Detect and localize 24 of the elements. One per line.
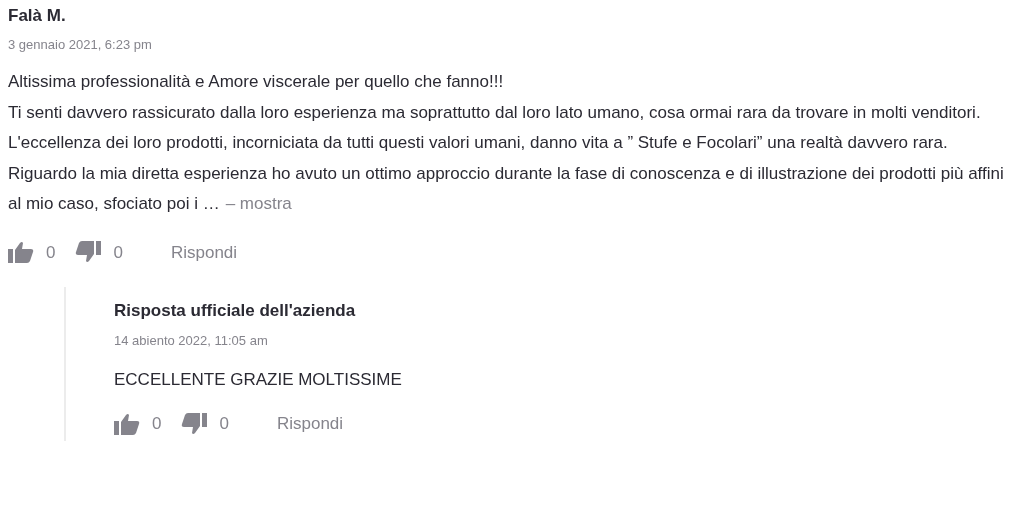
like-count: 0 [46, 241, 56, 264]
review-text: Riguardo la mia diretta esperienza ho avuto un ottimo approccio durante la fase di conoscenza e di illustrazione dei prodotti più affini al mio caso, sfociato poi i … – mostra [8, 162, 1005, 215]
thumbs-up-icon [8, 241, 34, 264]
thumbs-down-icon [75, 241, 102, 264]
dislike-count: 0 [219, 413, 229, 435]
review-text: Ti senti davvero rassicurato dalla loro esperienza ma soprattutto dal loro lato umano, cosa ormai rara da trovare in molti venditori. [8, 101, 982, 124]
reply-author: Risposta ufficiale dell'azienda [114, 300, 357, 322]
like-count: 0 [152, 413, 162, 435]
thumbs-up-icon [114, 412, 140, 435]
reply-date: 14 abiento 2022, 11:05 am [114, 332, 269, 350]
thumbs-down-icon [181, 412, 208, 435]
show-more-link[interactable]: – mostra [225, 194, 292, 213]
reply-button[interactable]: Rispondi [170, 239, 238, 265]
dislike-count: 0 [113, 241, 123, 264]
like-button[interactable]: 0 [8, 239, 56, 265]
dislike-button[interactable]: 0 [181, 411, 229, 437]
reply-button[interactable]: Rispondi [276, 411, 344, 437]
like-button[interactable]: 0 [114, 411, 162, 437]
reply-text: ECCELLENTE GRAZIE MOLTISSIME [114, 369, 403, 391]
review-date: 3 gennaio 2021, 6:23 pm [8, 36, 153, 54]
review-text: Altissima professionalità e Amore viscerale per quello che fanno!!! [8, 71, 505, 93]
review-text: L'eccellenza dei loro prodotti, incorniciata da tutti questi valori umani, danno vita a ” Stufe e Focolari” una realtà davvero rara. [8, 132, 949, 154]
dislike-button[interactable]: 0 [75, 239, 123, 265]
review-author: Falà M. [8, 5, 67, 27]
